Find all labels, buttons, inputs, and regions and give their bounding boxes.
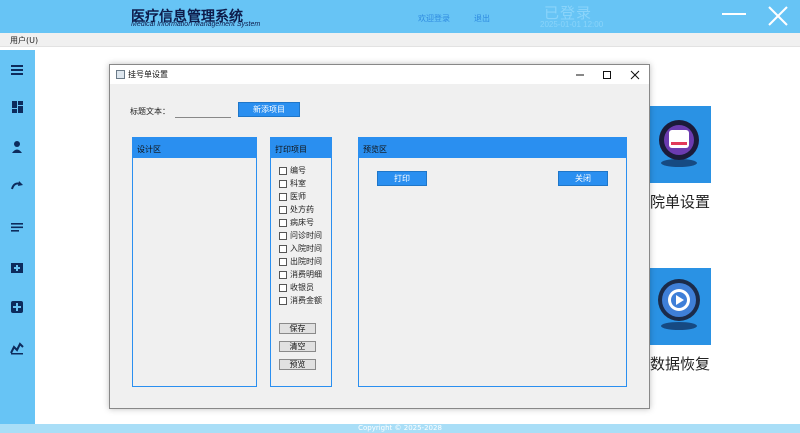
list-icon[interactable] (9, 220, 25, 234)
datetime-display: 2025-01-01 12:00 (540, 20, 604, 29)
add-item-button[interactable]: 新添项目 (238, 102, 300, 117)
checkbox[interactable] (279, 257, 287, 266)
checkbox-item-admission-time[interactable]: 入院时间 (279, 243, 322, 254)
close-button[interactable]: 关闭 (558, 171, 608, 186)
checkbox-item-department[interactable]: 科室 (279, 178, 306, 189)
checkbox-item-prescription[interactable]: 处方药 (279, 204, 314, 215)
settings-tile-label: 院单设置 (650, 193, 711, 211)
close-icon[interactable] (766, 4, 790, 28)
drive-icon (659, 120, 699, 167)
print-button[interactable]: 打印 (377, 171, 427, 186)
save-button[interactable]: 保存 (279, 323, 316, 334)
logout-link[interactable]: 退出 (474, 13, 490, 24)
checkbox[interactable] (279, 166, 287, 175)
print-items-header: 打印项目 (271, 138, 331, 158)
preview-button[interactable]: 预览 (279, 359, 316, 370)
medical-cross-icon[interactable] (9, 300, 25, 314)
print-items-panel: 打印项目 编号 科室 医师 处方药 病床号 问诊时间 入院时间 出院时间 消费明… (270, 137, 332, 387)
sidebar (0, 50, 35, 424)
dialog-app-icon (116, 70, 125, 79)
checkbox[interactable] (279, 179, 287, 188)
menu-bar: 用户(U) (0, 33, 800, 47)
restore-tile-label: 数据恢复 (650, 355, 711, 373)
checkbox[interactable] (279, 218, 287, 227)
dashboard-icon[interactable] (9, 100, 25, 114)
registration-form-dialog: 挂号单设置 标题文本： 新添项目 设计区 打印项目 编号 科室 医师 处方药 病… (109, 64, 650, 409)
checkbox-item-doctor[interactable]: 医师 (279, 191, 306, 202)
checkbox-item-expense-detail[interactable]: 消费明细 (279, 269, 322, 280)
restore-icon (658, 279, 700, 330)
clear-button[interactable]: 清空 (279, 341, 316, 352)
app-header: 医疗信息管理系统 Medical Information Management … (0, 0, 800, 33)
dialog-titlebar[interactable]: 挂号单设置 (110, 65, 649, 84)
app-subtitle: Medical Information Management System (131, 21, 261, 28)
checkbox-item-number[interactable]: 编号 (279, 165, 306, 176)
title-text-label: 标题文本： (130, 107, 170, 116)
dialog-minimize-icon[interactable] (566, 65, 594, 84)
title-text-input[interactable] (175, 105, 231, 118)
refresh-icon[interactable] (9, 179, 25, 193)
checkbox[interactable] (279, 296, 287, 305)
preview-panel-header: 预览区 (359, 138, 626, 158)
checkbox-item-consult-time[interactable]: 问诊时间 (279, 230, 322, 241)
user-icon[interactable] (9, 140, 25, 154)
checkbox[interactable] (279, 270, 287, 279)
checkbox-item-discharge-time[interactable]: 出院时间 (279, 256, 322, 267)
checkbox[interactable] (279, 231, 287, 240)
chart-icon[interactable] (9, 341, 25, 355)
design-panel: 设计区 (132, 137, 257, 387)
checkbox-item-bed-number[interactable]: 病床号 (279, 217, 314, 228)
design-panel-header: 设计区 (133, 138, 256, 158)
checkbox[interactable] (279, 205, 287, 214)
checkbox[interactable] (279, 192, 287, 201)
restore-tile[interactable] (648, 268, 711, 345)
welcome-link[interactable]: 欢迎登录 (418, 13, 450, 24)
hospital-icon[interactable] (9, 260, 25, 274)
checkbox-item-expense-amount[interactable]: 消费金额 (279, 295, 322, 306)
checkbox-item-cashier[interactable]: 收银员 (279, 282, 314, 293)
preview-panel: 预览区 打印 关闭 (358, 137, 627, 387)
menu-user[interactable]: 用户(U) (10, 35, 38, 46)
dialog-maximize-icon[interactable] (593, 65, 621, 84)
checkbox[interactable] (279, 244, 287, 253)
footer: Copyright © 2025-2028 (0, 424, 800, 433)
checkbox[interactable] (279, 283, 287, 292)
copyright-text: Copyright © 2025-2028 (358, 424, 442, 432)
settings-tile[interactable] (648, 106, 711, 183)
minimize-icon[interactable] (722, 13, 746, 15)
menu-icon[interactable] (9, 63, 25, 77)
dialog-close-icon[interactable] (621, 65, 649, 84)
dialog-title: 挂号单设置 (128, 70, 168, 79)
